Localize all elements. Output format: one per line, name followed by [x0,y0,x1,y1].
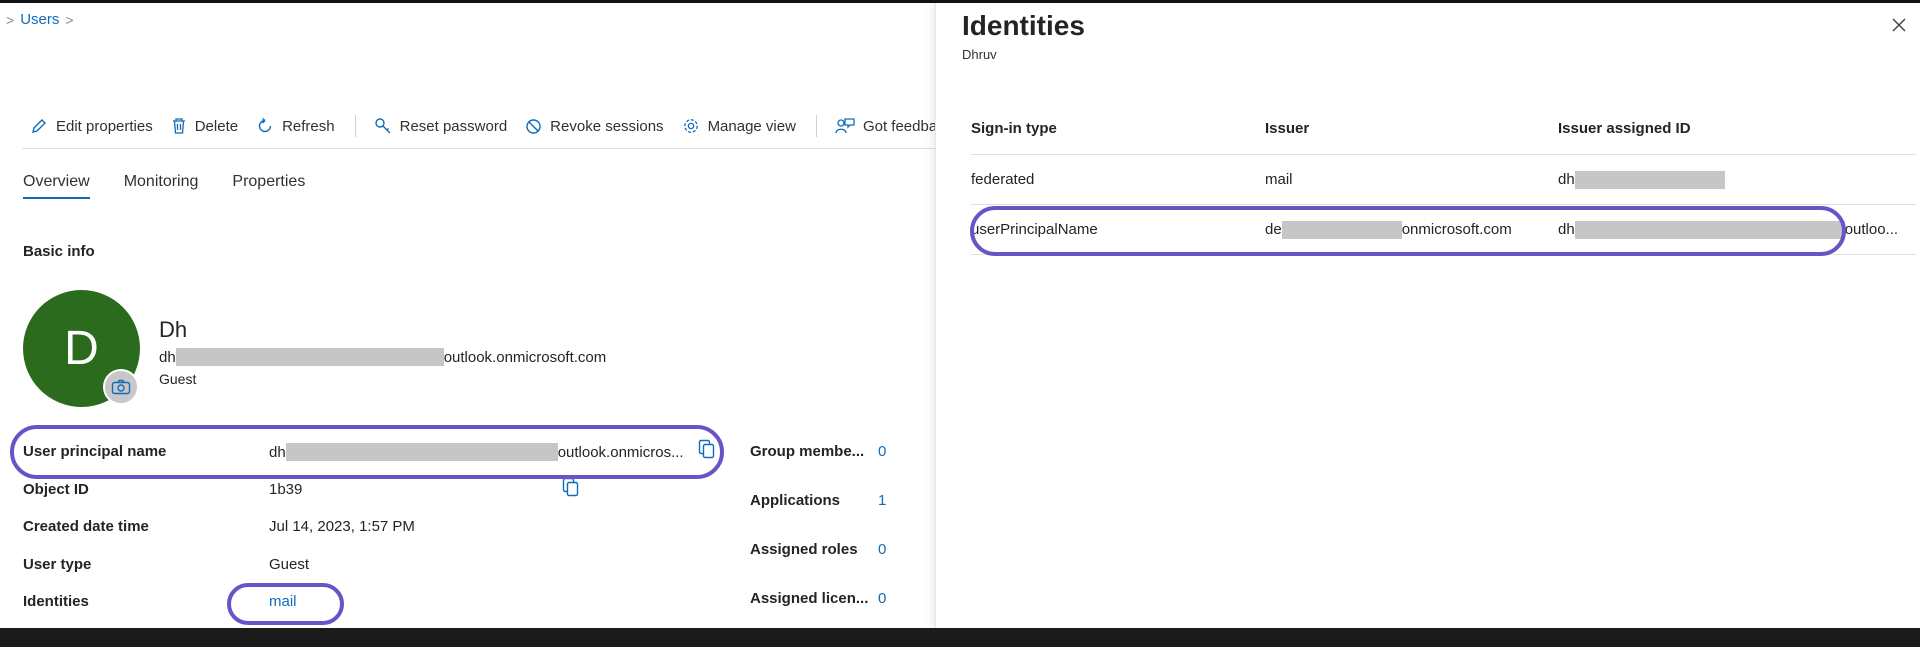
pencil-icon [32,119,46,133]
highlight-oval [10,425,724,479]
issuer-assigned-id-cell: dh [1558,170,1916,189]
signin-type-cell: federated [971,171,1035,188]
chevron-right-icon: > [65,11,74,28]
tab-properties[interactable]: Properties [232,173,305,199]
user-type-label: User type [23,556,92,573]
page: > Users > Edit properties Delete Refresh… [0,3,1920,628]
table-row[interactable]: federated mail dh [971,155,1916,205]
refresh-label: Refresh [282,117,335,135]
group-memberships-link[interactable]: 0 [878,443,886,460]
identities-label: Identities [23,593,89,610]
reset-password-label: Reset password [399,117,508,135]
manage-view-button[interactable]: Manage view [682,117,796,135]
breadcrumb-users-link[interactable]: Users [20,11,59,28]
command-bar: Edit properties Delete Refresh Reset pas… [30,115,970,137]
assigned-roles-label: Assigned roles [750,541,858,558]
panel-subtitle: Dhruv [962,47,997,62]
user-email-prefix: dh [159,348,176,366]
highlight-oval [970,206,1846,256]
manage-view-label: Manage view [707,117,796,135]
issuer-cell: mail [1265,171,1558,188]
table-header: Sign-in type Issuer Issuer assigned ID [971,103,1916,155]
refresh-button[interactable]: Refresh [256,117,335,135]
assigned-licenses-label: Assigned licen... [750,590,869,607]
highlight-oval [227,583,344,625]
column-header-issuer[interactable]: Issuer [1265,120,1558,137]
tab-bar: Overview Monitoring Properties [23,173,339,199]
close-icon[interactable] [1891,17,1907,33]
user-email: dh outlook.onmicrosoft.com [159,348,606,366]
object-id-value: 1b39 [269,481,303,498]
assigned-licenses-link[interactable]: 0 [878,590,886,607]
tab-overview[interactable]: Overview [23,173,90,199]
redacted-block [1574,170,1725,189]
assigned-roles-link[interactable]: 0 [878,541,886,558]
delete-label: Delete [194,117,239,135]
toolbar-divider-line [22,148,935,149]
breadcrumb: > Users > [0,11,80,28]
camera-icon [111,379,131,395]
change-photo-button[interactable] [103,369,139,405]
revoke-sessions-label: Revoke sessions [550,117,664,135]
copy-icon[interactable] [562,477,579,497]
user-type-value: Guest [269,556,310,573]
revoke-sessions-button[interactable]: Revoke sessions [525,117,664,135]
delete-button[interactable]: Delete [171,117,238,135]
toolbar-divider [815,115,817,137]
refresh-icon [258,117,272,133]
edit-properties-label: Edit properties [56,117,153,135]
column-header-signin-type[interactable]: Sign-in type [971,120,1265,137]
toolbar-divider [354,115,356,137]
block-icon [526,118,541,134]
column-header-issuer-assigned-id[interactable]: Issuer assigned ID [1558,120,1916,137]
tab-monitoring[interactable]: Monitoring [124,173,199,199]
user-role: Guest [159,371,197,387]
user-overview-pane: > Users > Edit properties Delete Refresh… [0,3,952,628]
chevron-right-icon: > [6,11,15,28]
user-display-name: Dh [159,317,188,342]
assigned-id-suffix: outloo... [1844,221,1899,238]
feedback-icon [835,118,855,134]
created-date-label: Created date time [23,518,149,535]
identities-panel: Identities Dhruv Sign-in type Issuer Iss… [935,3,1920,628]
object-id-label: Object ID [23,481,89,498]
edit-properties-button[interactable]: Edit properties [30,117,153,135]
gear-icon [683,119,698,133]
user-email-suffix: outlook.onmicrosoft.com [443,348,607,366]
issuer-prefix: mail [1265,171,1293,188]
panel-title: Identities [962,10,1085,41]
trash-icon [172,118,185,134]
group-memberships-label: Group membe... [750,443,865,460]
applications-link[interactable]: 1 [878,492,886,509]
bottom-bar [0,628,1920,647]
basic-info-heading: Basic info [23,243,95,260]
reset-password-button[interactable]: Reset password [374,117,508,135]
applications-label: Applications [750,492,841,509]
key-icon [374,118,391,134]
created-date-value: Jul 14, 2023, 1:57 PM [269,518,415,535]
assigned-id-prefix: dh [1558,171,1575,188]
redacted-block [175,348,444,366]
